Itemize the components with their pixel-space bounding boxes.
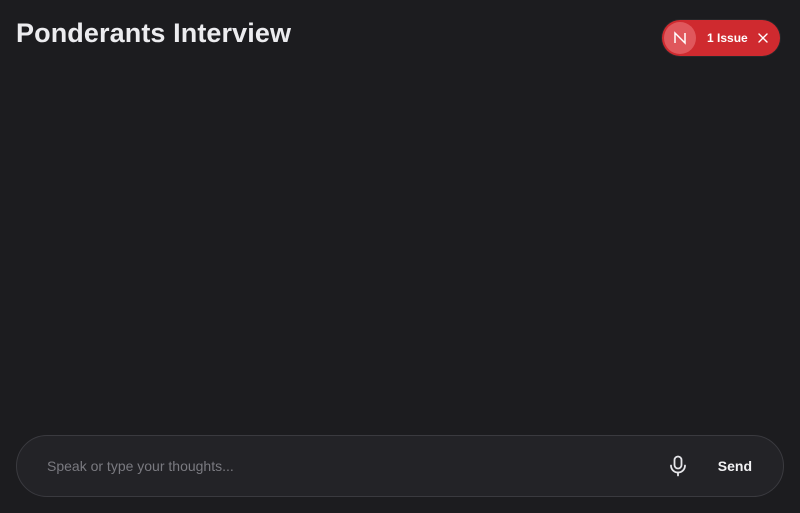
issues-indicator[interactable]: 1 Issue	[662, 20, 780, 56]
nextjs-logo-icon[interactable]	[664, 22, 696, 54]
microphone-icon[interactable]	[666, 454, 690, 478]
message-input[interactable]	[45, 445, 666, 487]
message-composer: Send	[16, 435, 784, 497]
send-button[interactable]: Send	[718, 458, 752, 474]
page-title: Ponderants Interview	[16, 18, 292, 48]
n-logo-icon	[674, 31, 686, 45]
close-icon[interactable]	[757, 32, 769, 44]
issues-count-label[interactable]: 1 Issue	[707, 31, 748, 45]
interview-page: Ponderants Interview 1 Issue Send	[0, 0, 800, 513]
